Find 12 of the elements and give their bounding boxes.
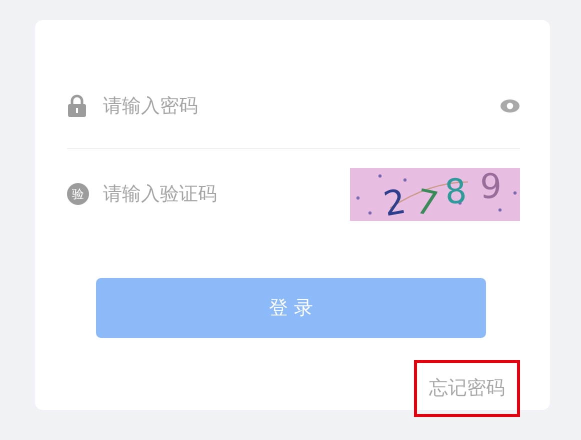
captcha-character: 7 xyxy=(412,181,442,220)
captcha-icon: 验 xyxy=(67,183,89,205)
lock-icon xyxy=(67,94,87,118)
password-field[interactable]: 请输入密码 xyxy=(103,92,500,120)
eye-icon[interactable] xyxy=(500,99,520,113)
captcha-image[interactable]: 2 7 8 9 xyxy=(350,168,520,220)
captcha-character: 8 xyxy=(443,170,468,212)
captcha-character: 9 xyxy=(480,168,502,206)
login-button[interactable]: 登 录 xyxy=(96,278,486,338)
captcha-character: 2 xyxy=(380,181,409,220)
forgot-password-link[interactable]: 忘记密码 xyxy=(414,360,520,416)
captcha-field[interactable]: 请输入验证码 xyxy=(103,180,350,208)
